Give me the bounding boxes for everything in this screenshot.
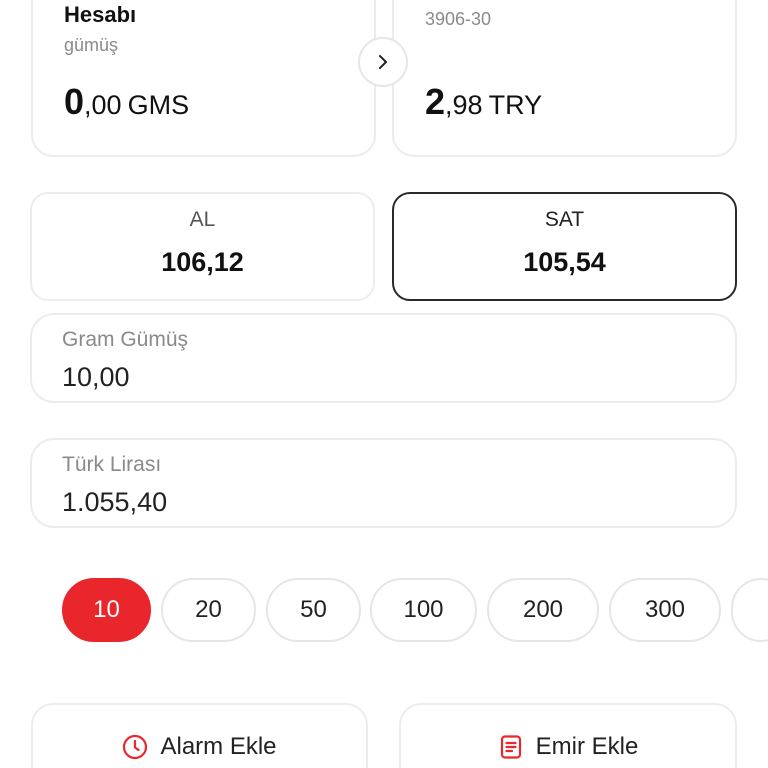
quick-amount-chip[interactable]: 200 — [487, 578, 599, 642]
sell-label: SAT — [544, 208, 585, 231]
turkish-lira-input[interactable]: 1.055,40 — [62, 487, 167, 518]
balance-integer: 0 — [64, 81, 85, 122]
add-alarm-label: Alarm Ekle — [160, 733, 277, 760]
swap-accounts-button[interactable] — [358, 37, 408, 87]
gram-silver-input[interactable]: 10,00 — [62, 362, 130, 393]
try-account-card[interactable]: 3906-30 2,98 TRY — [392, 0, 737, 157]
buy-price-option[interactable]: AL 106,12 — [30, 192, 375, 301]
chevron-right-icon — [379, 55, 387, 69]
balance-integer: 2 — [425, 81, 446, 122]
quick-amount-chip[interactable]: 100 — [370, 578, 477, 642]
balance-currency: GMS — [127, 90, 190, 120]
turkish-lira-label: Türk Lirası — [62, 453, 162, 476]
buy-price: 106,12 — [161, 247, 244, 277]
document-icon — [500, 735, 521, 759]
gram-silver-label: Gram Gümüş — [62, 328, 189, 351]
clock-icon — [123, 734, 148, 760]
quick-amount-chip[interactable]: 10 — [62, 578, 151, 642]
balance-decimal: ,00 — [84, 90, 122, 120]
account-balance: 0,00 GMS — [64, 84, 189, 120]
gram-silver-field[interactable]: Gram Gümüş 10,00 — [30, 313, 737, 403]
account-number: 3906-30 — [425, 9, 492, 29]
quick-amount-chip[interactable]: 50 — [266, 578, 361, 642]
account-balance: 2,98 TRY — [425, 84, 542, 120]
balance-decimal: ,98 — [445, 90, 483, 120]
quick-amount-chip[interactable]: 300 — [609, 578, 721, 642]
account-subtitle: gümüş — [64, 35, 119, 55]
silver-account-card[interactable]: Hesabı gümüş 0,00 GMS — [31, 0, 376, 157]
sell-price: 105,54 — [523, 247, 606, 277]
quick-amount-chip[interactable]: 20 — [161, 578, 256, 642]
turkish-lira-field[interactable]: Türk Lirası 1.055,40 — [30, 438, 737, 528]
balance-currency: TRY — [488, 90, 543, 120]
quick-amount-chip-partial[interactable] — [731, 578, 768, 642]
account-title: Hesabı — [64, 2, 137, 27]
add-alarm-button[interactable]: Alarm Ekle — [31, 703, 368, 768]
add-order-label: Emir Ekle — [535, 733, 639, 760]
sell-price-option[interactable]: SAT 105,54 — [392, 192, 737, 301]
add-order-button[interactable]: Emir Ekle — [399, 703, 737, 768]
buy-label: AL — [189, 208, 216, 231]
